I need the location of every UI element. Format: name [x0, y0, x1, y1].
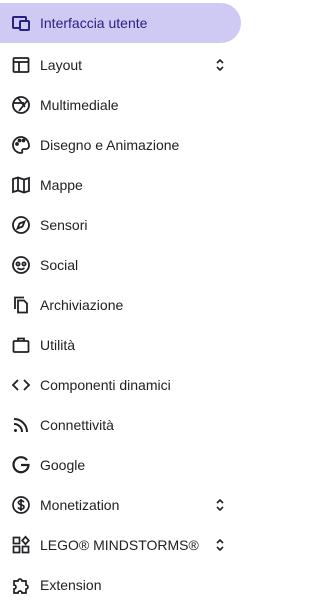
- sidebar-item-lego-mindstorms[interactable]: LEGO® MINDSTORMS®: [0, 525, 241, 565]
- camera-aperture-icon: [10, 94, 32, 116]
- sidebar-item-label: Sensori: [40, 217, 88, 233]
- sidebar-item-layout[interactable]: Layout: [0, 45, 241, 85]
- expand-chevron-icon[interactable]: [213, 534, 227, 556]
- expand-chevron-icon[interactable]: [213, 54, 227, 76]
- sidebar-item-utilita[interactable]: Utilità: [0, 325, 241, 365]
- rss-icon: [10, 414, 32, 436]
- sidebar-item-interfaccia-utente[interactable]: Interfaccia utente: [0, 3, 241, 43]
- layout-icon: [10, 54, 32, 76]
- sidebar-item-social[interactable]: Social: [0, 245, 241, 285]
- briefcase-icon: [10, 334, 32, 356]
- social-face-icon: [10, 254, 32, 276]
- palette-icon: [10, 134, 32, 156]
- sidebar-item-label: Componenti dinamici: [40, 377, 171, 393]
- sidebar: Interfaccia utente Layout Multimediale D…: [0, 0, 250, 606]
- puzzle-icon: [10, 574, 32, 596]
- sidebar-item-label: Utilità: [40, 337, 76, 353]
- sidebar-item-componenti-dinamici[interactable]: Componenti dinamici: [0, 365, 241, 405]
- sidebar-item-archiviazione[interactable]: Archiviazione: [0, 285, 241, 325]
- sidebar-item-label: Monetization: [40, 497, 120, 513]
- google-g-icon: [10, 454, 32, 476]
- user-interface-icon: [10, 12, 32, 34]
- compass-icon: [10, 214, 32, 236]
- sidebar-item-disegno-animazione[interactable]: Disegno e Animazione: [0, 125, 241, 165]
- sidebar-item-monetization[interactable]: Monetization: [0, 485, 241, 525]
- expand-chevron-icon[interactable]: [213, 494, 227, 516]
- sidebar-item-label: Interfaccia utente: [40, 15, 148, 31]
- sidebar-item-label: Multimediale: [40, 97, 119, 113]
- sidebar-item-connettivita[interactable]: Connettività: [0, 405, 241, 445]
- sidebar-item-multimediale[interactable]: Multimediale: [0, 85, 241, 125]
- map-icon: [10, 174, 32, 196]
- sidebar-item-mappe[interactable]: Mappe: [0, 165, 241, 205]
- sidebar-item-label: Connettività: [40, 417, 114, 433]
- storage-copy-icon: [10, 294, 32, 316]
- sidebar-item-sensori[interactable]: Sensori: [0, 205, 241, 245]
- sidebar-item-label: Mappe: [40, 177, 83, 193]
- sidebar-item-google[interactable]: Google: [0, 445, 241, 485]
- sidebar-item-label: Layout: [40, 57, 83, 73]
- sidebar-item-label: LEGO® MINDSTORMS®: [40, 537, 199, 553]
- sidebar-item-label: Archiviazione: [40, 297, 124, 313]
- sidebar-item-label: Google: [40, 457, 86, 473]
- sidebar-item-label: Extension: [40, 577, 102, 593]
- lego-blocks-icon: [10, 534, 32, 556]
- sidebar-item-label: Social: [40, 257, 79, 273]
- sidebar-item-extension[interactable]: Extension: [0, 565, 241, 605]
- code-icon: [10, 374, 32, 396]
- sidebar-item-label: Disegno e Animazione: [40, 137, 180, 153]
- dollar-icon: [10, 494, 32, 516]
